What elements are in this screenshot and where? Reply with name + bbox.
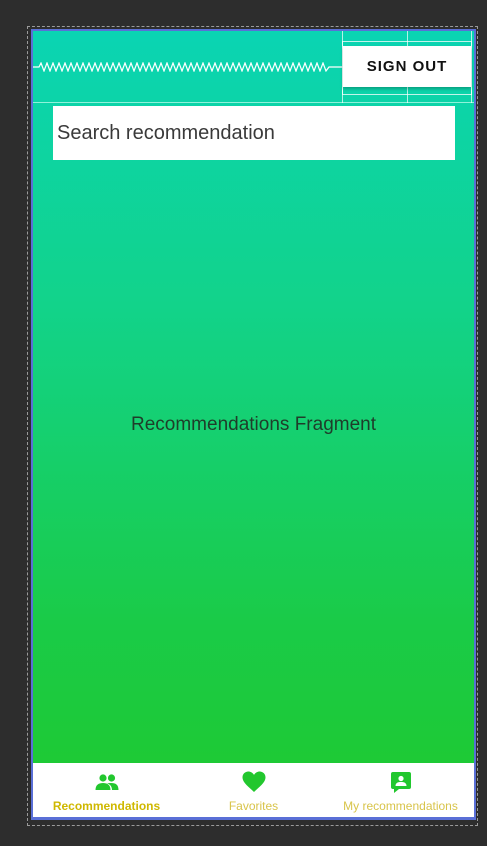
account-box-icon — [388, 771, 414, 793]
search-input[interactable] — [53, 106, 455, 160]
toolbar: SIGN OUT — [33, 31, 474, 103]
zigzag-constraint-icon — [33, 62, 345, 72]
sign-out-button[interactable]: SIGN OUT — [343, 46, 471, 87]
nav-item-recommendations[interactable]: Recommendations — [33, 763, 180, 817]
people-icon — [94, 771, 120, 793]
heart-icon — [241, 771, 267, 793]
nav-item-favorites[interactable]: Favorites — [180, 763, 327, 817]
bottom-navigation: Recommendations Favorites My recommendat… — [33, 763, 474, 817]
nav-label: Favorites — [228, 799, 279, 813]
ide-canvas: SIGN OUT Recommendations Fragment Recomm… — [0, 0, 487, 846]
nav-item-my-recommendations[interactable]: My recommendations — [327, 763, 474, 817]
fragment-label: Recommendations Fragment — [131, 414, 376, 435]
device-screen: SIGN OUT Recommendations Fragment Recomm… — [31, 29, 476, 820]
nav-label: Recommendations — [52, 799, 161, 813]
nav-label: My recommendations — [343, 799, 458, 813]
